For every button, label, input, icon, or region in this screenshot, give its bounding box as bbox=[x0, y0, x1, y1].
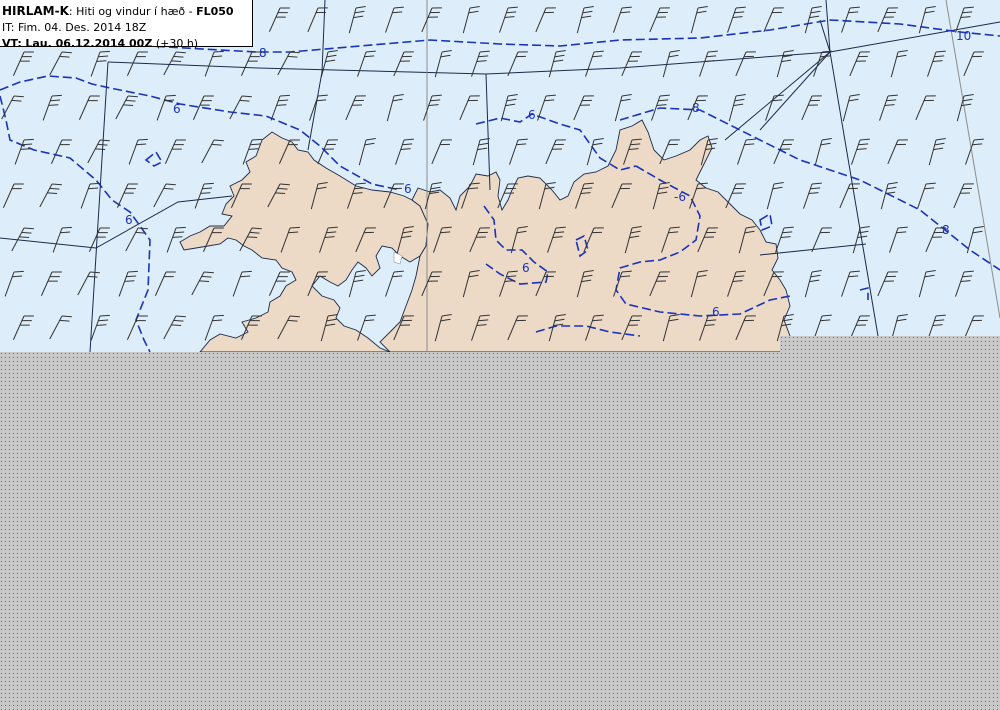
header-line-3: VT: Lau. 06.12.2014 00Z (+30 h) bbox=[2, 36, 252, 52]
isotherm-label: 6 bbox=[404, 182, 412, 196]
isotherm-label: 10 bbox=[956, 29, 971, 43]
weather-map-page: 8 6 6 6 6 6 -6 6 8 8 10 HIRLAM-K: Hiti o… bbox=[0, 0, 1000, 710]
isotherm-label: 8 bbox=[259, 46, 267, 60]
header-line-1: HIRLAM-K: Hiti og vindur í hæð - FL050 bbox=[2, 3, 252, 20]
valid-time-value: Lau. 06.12.2014 00Z bbox=[25, 37, 153, 50]
header-line-2: IT: Fim. 04. Des. 2014 18Z bbox=[2, 20, 252, 36]
map-description: Hiti og vindur í hæð - bbox=[76, 5, 197, 18]
isotherm-label: 8 bbox=[942, 223, 950, 237]
valid-time-label: VT: bbox=[2, 37, 22, 50]
forecast-map: 8 6 6 6 6 6 -6 6 8 8 10 bbox=[0, 0, 1000, 710]
model-name: HIRLAM-K bbox=[2, 4, 69, 18]
isotherm-label: 6 bbox=[528, 108, 536, 122]
map-header: HIRLAM-K: Hiti og vindur í hæð - FL050 I… bbox=[0, 0, 253, 50]
isotherm-label: -6 bbox=[674, 190, 686, 204]
isotherm-label: 6 bbox=[522, 261, 530, 275]
isotherm-label: 6 bbox=[173, 102, 181, 116]
flight-level: FL050 bbox=[196, 5, 234, 18]
isotherm-label: 6 bbox=[712, 305, 720, 319]
initial-time-value: Fim. 04. Des. 2014 18Z bbox=[17, 21, 147, 34]
isotherm-label: 6 bbox=[125, 213, 133, 227]
valid-time-offset: (+30 h) bbox=[155, 37, 199, 50]
initial-time-label: IT: bbox=[2, 21, 15, 34]
title-separator: : bbox=[68, 5, 73, 18]
